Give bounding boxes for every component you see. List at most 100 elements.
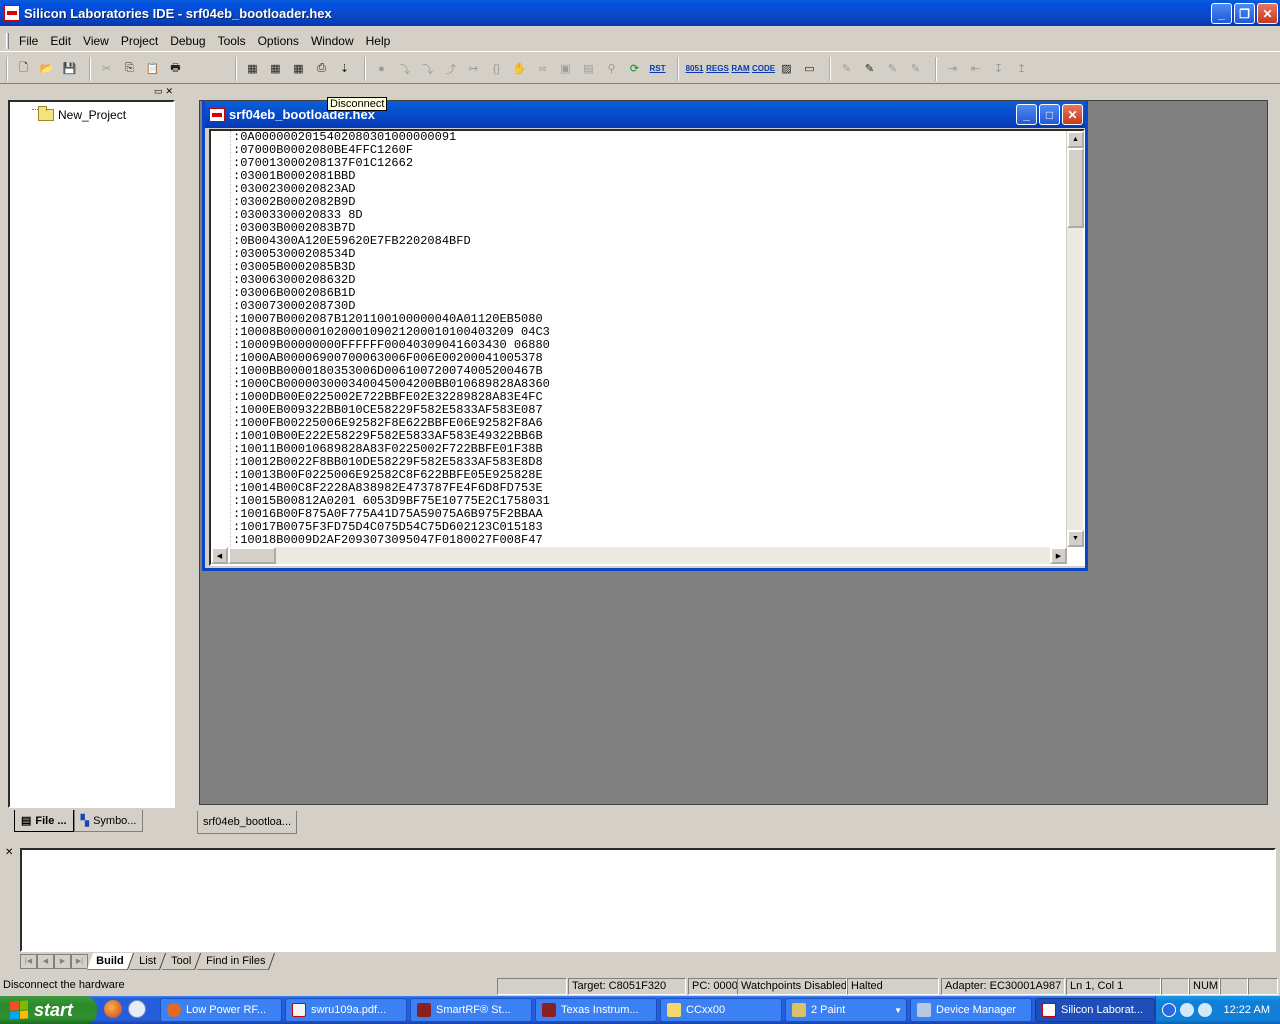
cut-icon[interactable]: ✂ (95, 58, 118, 80)
chart-icon[interactable]: ▨ (775, 58, 798, 80)
tab-tool[interactable]: Tool (161, 952, 201, 970)
scroll-right-icon[interactable]: ▶ (1050, 547, 1067, 564)
volume-icon[interactable] (1198, 1003, 1212, 1017)
hex-line[interactable]: :030053000208534D (233, 248, 1069, 261)
8051-icon[interactable]: 8051 (683, 58, 706, 80)
task-smartrf-studio[interactable]: SmartRF® St... (410, 998, 532, 1022)
network-icon[interactable] (1180, 1003, 1194, 1017)
indent-icon[interactable]: ⇥ (941, 58, 964, 80)
print-icon[interactable]: 🖶 (164, 58, 187, 80)
restore-button[interactable]: ❐ (1234, 3, 1255, 24)
ref-next-icon[interactable]: ↧ (987, 58, 1010, 80)
step-icon[interactable]: ⤵ (393, 58, 416, 80)
new-file-icon[interactable]: 🗋 (12, 58, 35, 80)
task-device-manager[interactable]: Device Manager (910, 998, 1032, 1022)
hex-line[interactable]: :03001B0002081BBD (233, 170, 1069, 183)
hex-line[interactable]: :030063000208632D (233, 274, 1069, 287)
glasses-icon[interactable]: ∞ (531, 58, 554, 80)
ram-icon[interactable]: RAM (729, 58, 752, 80)
paste-icon[interactable]: 📋 (141, 58, 164, 80)
tab-symbol-view[interactable]: ▚ Symbo... (73, 810, 144, 832)
menu-options[interactable]: Options (252, 34, 305, 48)
stop-icon[interactable]: ● (370, 58, 393, 80)
watch-icon[interactable]: ⚲ (600, 58, 623, 80)
braces-icon[interactable]: {} (485, 58, 508, 80)
compile-icon[interactable]: ▦ (241, 58, 264, 80)
task-ccxx00[interactable]: CCxx00 (660, 998, 782, 1022)
tab-file-view[interactable]: ▤ File ... (14, 810, 74, 832)
hex-editor[interactable]: :0A0000002015402080301000000091:07000B00… (209, 129, 1085, 566)
hex-line[interactable]: :03003300020833 8D (233, 209, 1069, 222)
show-desktop-icon[interactable] (128, 1000, 146, 1018)
window-icon[interactable]: ▣ (554, 58, 577, 80)
memory-icon[interactable]: ▤ (577, 58, 600, 80)
editor-maximize-button[interactable]: □ (1039, 104, 1060, 125)
vertical-scroll-thumb[interactable] (1067, 148, 1084, 228)
reset-icon[interactable]: RST (646, 58, 669, 80)
copy-icon[interactable]: ⎘ (118, 58, 141, 80)
task-low-power-rf[interactable]: Low Power RF... (160, 998, 282, 1022)
silabs-app-icon[interactable] (4, 5, 20, 21)
output-text-area[interactable] (20, 848, 1276, 952)
refresh-icon[interactable]: ⟳ (623, 58, 646, 80)
menu-view[interactable]: View (77, 34, 115, 48)
scroll-left-icon[interactable]: ◀ (211, 547, 228, 564)
firefox-icon[interactable] (104, 1000, 122, 1018)
task-texas-instruments[interactable]: Texas Instrum... (535, 998, 657, 1022)
next-tab-icon[interactable]: ▶ (54, 953, 71, 969)
first-tab-icon[interactable]: |◀ (20, 953, 37, 969)
step-out-icon[interactable]: ⤴ (439, 58, 462, 80)
download-icon[interactable]: ⇣ (333, 58, 356, 80)
minimize-button[interactable]: _ (1211, 3, 1232, 24)
menu-file[interactable]: File (13, 34, 44, 48)
close-button[interactable]: ✕ (1257, 3, 1278, 24)
tab-build[interactable]: Build (86, 952, 134, 970)
editor-gutter[interactable] (211, 131, 231, 547)
hex-line[interactable]: :0B004300A120E59620E7FB2202084BFD (233, 235, 1069, 248)
task-swru109a-pdf[interactable]: swru109a.pdf... (285, 998, 407, 1022)
hex-line[interactable]: :070013000208137F01C12662 (233, 157, 1069, 170)
hex-line[interactable]: :03005B0002085B3D (233, 261, 1069, 274)
pane-close-icon[interactable]: ✕ (165, 86, 173, 98)
build-icon[interactable]: ▦ (264, 58, 287, 80)
regs-icon[interactable]: REGS (706, 58, 729, 80)
output-close-icon[interactable]: ✕ (5, 848, 15, 858)
start-button[interactable]: start (0, 996, 97, 1024)
editor-minimize-button[interactable]: _ (1016, 104, 1037, 125)
code-icon[interactable]: CODE (752, 58, 775, 80)
tab-find-in-files[interactable]: Find in Files (196, 952, 276, 970)
prev-tab-icon[interactable]: ◀ (37, 953, 54, 969)
editor-close-button[interactable]: ✕ (1062, 104, 1083, 125)
outdent-icon[interactable]: ⇤ (964, 58, 987, 80)
menu-project[interactable]: Project (115, 34, 164, 48)
hex-line[interactable]: :10018B0009D2AF2093073095047F0180027F008… (233, 534, 1069, 547)
editor-doc-icon[interactable] (209, 107, 225, 122)
tab-list[interactable]: List (129, 952, 166, 970)
last-tab-icon[interactable]: ▶| (71, 953, 88, 969)
hex-code-area[interactable]: :0A0000002015402080301000000091:07000B00… (233, 131, 1069, 547)
task-paint[interactable]: 2 Paint ▼ (785, 998, 907, 1022)
menu-tools[interactable]: Tools (212, 34, 252, 48)
menu-edit[interactable]: Edit (44, 34, 77, 48)
horizontal-scroll-thumb[interactable] (228, 547, 276, 564)
monitor-icon[interactable]: ▭ (798, 58, 821, 80)
breakpoint-clear-icon[interactable]: ✎ (881, 58, 904, 80)
document-tab[interactable]: srf04eb_bootloa... (197, 811, 298, 834)
hand-icon[interactable]: ✋ (508, 58, 531, 80)
tray-expand-icon[interactable] (1162, 1003, 1176, 1017)
menu-window[interactable]: Window (305, 34, 360, 48)
editor-horizontal-scrollbar[interactable]: ◀ ▶ (211, 547, 1067, 564)
editor-vertical-scrollbar[interactable]: ▲ ▼ (1066, 131, 1084, 547)
breakpoint-toggle-icon[interactable]: ✎ (835, 58, 858, 80)
hex-line[interactable]: :03002300020823AD (233, 183, 1069, 196)
ref-prev-icon[interactable]: ↥ (1010, 58, 1033, 80)
hex-line[interactable]: :03006B0002086B1D (233, 287, 1069, 300)
menu-debug[interactable]: Debug (164, 34, 211, 48)
menu-help[interactable]: Help (360, 34, 397, 48)
pane-restore-icon[interactable]: ▭ (154, 86, 163, 98)
step-over-icon[interactable]: ⤵ (416, 58, 439, 80)
project-tree[interactable]: New_Project (8, 100, 175, 808)
app-title-bar[interactable]: Silicon Laboratories IDE - srf04eb_bootl… (0, 0, 1280, 26)
rebuild-icon[interactable]: ▦ (287, 58, 310, 80)
task-silicon-labs-ide[interactable]: Silicon Laborat... (1035, 998, 1155, 1022)
